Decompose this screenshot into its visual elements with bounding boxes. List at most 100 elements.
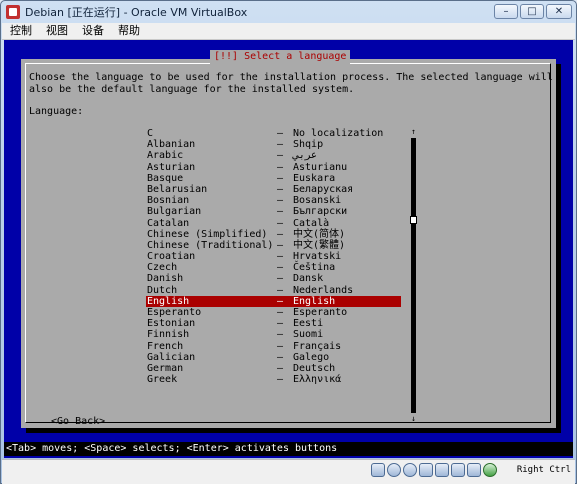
optical-drive-icon[interactable] [387, 463, 401, 477]
network-icon[interactable] [435, 463, 449, 477]
language-separator: – [277, 239, 284, 251]
language-native-name: No localization [293, 128, 384, 139]
language-option[interactable]: Czech – Čeština [146, 262, 401, 273]
video-capture-icon[interactable] [467, 463, 481, 477]
language-separator: – [277, 128, 284, 139]
intro-line-1: Choose the language to be used for the i… [29, 72, 553, 83]
language-dialog: [!!] Select a language Choose the langua… [21, 50, 556, 428]
language-native-name: Bosanski [293, 195, 342, 207]
intro-line-2: also be the default language for the ins… [29, 83, 355, 95]
scrollbar-thumb[interactable] [410, 216, 417, 224]
language-option[interactable]: Chinese (Traditional) – 中文(繁體) [146, 240, 401, 251]
language-name: Belarusian [147, 183, 208, 195]
usb-icon[interactable] [403, 463, 417, 477]
scroll-up-arrow-icon[interactable]: ↑ [410, 128, 417, 136]
language-option[interactable]: English – English [146, 295, 401, 307]
menu-control[interactable]: 控制 [4, 23, 38, 39]
language-native-name: عربي [293, 150, 318, 162]
language-name: Bulgarian [147, 206, 202, 218]
language-native-name: Asturianu [293, 161, 348, 173]
language-name: Arabic [147, 150, 184, 162]
language-option[interactable]: Asturian – Asturianu [146, 162, 401, 173]
language-native-name: Esperanto [293, 307, 348, 318]
language-native-name: Беларуская [293, 183, 354, 195]
language-name: Croatian [147, 251, 196, 263]
minimize-button[interactable]: – [494, 4, 518, 19]
language-option[interactable]: Estonian – Eesti [146, 318, 401, 329]
language-option[interactable]: C – No localization [146, 128, 401, 139]
language-option[interactable]: Catalan – Català [146, 218, 401, 229]
language-option[interactable]: Arabic – عربي [146, 150, 401, 161]
hard-disk-icon[interactable] [371, 463, 385, 477]
mouse-integration-icon[interactable] [483, 463, 497, 477]
language-option[interactable]: Albanian – Shqip [146, 139, 401, 150]
language-option[interactable]: Croatian – Hrvatski [146, 251, 401, 262]
language-native-name: Français [293, 340, 342, 352]
menu-bar: 控制 视图 设备 帮助 [2, 23, 575, 40]
language-option[interactable]: French – Français [146, 341, 401, 352]
language-separator: – [277, 262, 284, 274]
language-native-name: Deutsch [293, 362, 336, 374]
language-native-name: Čeština [293, 262, 336, 274]
language-separator: – [277, 273, 284, 285]
maximize-button[interactable]: □ [520, 4, 544, 19]
language-option[interactable]: Belarusian – Беларуская [146, 184, 401, 195]
language-native-name: Ελληνικά [293, 374, 342, 386]
scroll-down-arrow-icon[interactable]: ↓ [410, 415, 417, 423]
virtualbox-window: Debian [正在运行] - Oracle VM VirtualBox – □… [0, 0, 577, 484]
language-option[interactable]: Chinese (Simplified) – 中文(简体) [146, 229, 401, 240]
language-name: Chinese (Simplified) [147, 228, 268, 240]
language-native-name: English [293, 295, 336, 307]
language-separator: – [277, 362, 284, 374]
menu-devices[interactable]: 设备 [76, 23, 110, 39]
language-option[interactable]: Finnish – Suomi [146, 329, 401, 340]
menu-view[interactable]: 视图 [40, 23, 74, 39]
language-native-name: Dansk [293, 273, 324, 285]
language-option[interactable]: Bosnian – Bosanski [146, 195, 401, 206]
language-name: Catalan [147, 217, 190, 229]
language-native-name: 中文(繁體) [293, 239, 346, 251]
language-option[interactable]: Esperanto – Esperanto [146, 307, 401, 318]
virtualbox-app-icon [6, 5, 20, 19]
language-native-name: 中文(简体) [293, 228, 346, 240]
language-list-label: Language: [29, 106, 84, 117]
language-option[interactable]: Greek – Ελληνικά [146, 374, 401, 385]
shared-folders-icon[interactable] [419, 463, 433, 477]
language-name: French [147, 340, 184, 352]
go-back-button[interactable]: <Go Back> [51, 416, 105, 427]
close-button[interactable]: ✕ [546, 4, 572, 19]
language-option[interactable]: Bulgarian – Български [146, 206, 401, 217]
title-bar[interactable]: Debian [正在运行] - Oracle VM VirtualBox – □… [1, 1, 576, 23]
window-title: Debian [正在运行] - Oracle VM VirtualBox [25, 6, 248, 19]
scrollbar-track[interactable] [411, 138, 416, 413]
language-name: Czech [147, 262, 178, 274]
language-native-name: Български [293, 206, 348, 218]
language-name: German [147, 362, 184, 374]
language-option[interactable]: Danish – Dansk [146, 273, 401, 284]
host-key-label: Right Ctrl [516, 465, 571, 475]
language-name: English [147, 295, 190, 307]
language-option[interactable]: German – Deutsch [146, 363, 401, 374]
language-separator: – [277, 161, 284, 173]
language-separator: – [277, 340, 284, 352]
intro-text: Choose the language to be used for the i… [29, 72, 553, 95]
language-separator: – [277, 318, 284, 330]
language-separator: – [277, 228, 284, 240]
menu-help[interactable]: 帮助 [112, 23, 146, 39]
language-native-name: Euskara [293, 172, 336, 184]
language-name: Asturian [147, 161, 196, 173]
language-separator: – [277, 150, 284, 162]
vm-display[interactable]: [!!] Select a language Choose the langua… [4, 40, 573, 458]
language-name: Galician [147, 351, 196, 363]
language-option[interactable]: Galician – Galego [146, 352, 401, 363]
window-controls: – □ ✕ [494, 4, 572, 19]
language-list[interactable]: C – No localization Albanian – Shqip Arabic – عر… [146, 128, 401, 385]
language-separator: – [277, 307, 284, 318]
language-name: Dutch [147, 284, 178, 296]
language-separator: – [277, 139, 284, 151]
language-option[interactable]: Dutch – Nederlands [146, 285, 401, 296]
display-icon[interactable] [451, 463, 465, 477]
language-separator: – [277, 284, 284, 296]
language-option[interactable]: Basque – Euskara [146, 173, 401, 184]
language-name: Estonian [147, 318, 196, 330]
